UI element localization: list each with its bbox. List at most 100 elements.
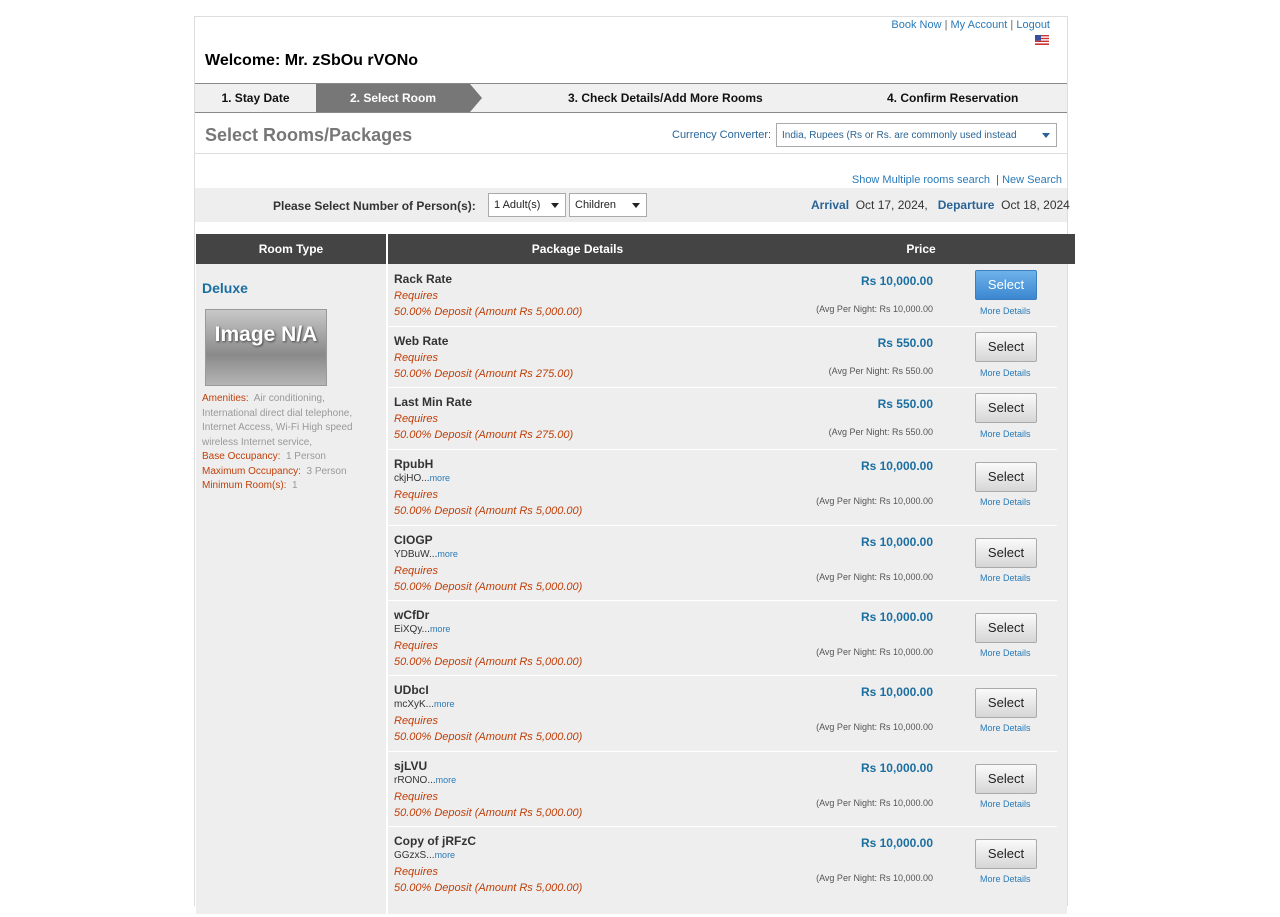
avg-per-night: (Avg Per Night: Rs 10,000.00 (816, 572, 933, 582)
deposit-amount: 50.00% Deposit (Amount Rs 5,000.00) (394, 807, 583, 819)
package-description: rRONO...more (394, 775, 456, 786)
select-button[interactable]: Select (975, 462, 1037, 492)
room-type-cell: Deluxe Image N/A Amenities: Air conditio… (196, 264, 386, 914)
avg-per-night: (Avg Per Night: Rs 10,000.00 (816, 304, 933, 314)
arrival-label: Arrival (811, 198, 850, 212)
select-button[interactable]: Select (975, 393, 1037, 423)
requires-label: Requires (394, 413, 439, 425)
avg-per-night: (Avg Per Night: Rs 10,000.00 (816, 873, 933, 883)
currency-converter-label: Currency Converter: (672, 129, 772, 141)
room-image-placeholder[interactable]: Image N/A (205, 309, 327, 386)
avg-per-night: (Avg Per Night: Rs 10,000.00 (816, 647, 933, 657)
header-price: Price (767, 234, 1075, 264)
requires-label: Requires (394, 352, 439, 364)
booking-steps: 1. Stay Date 2. Select Room 3. Check Det… (195, 83, 1067, 113)
package-description-text: GGzxS... (394, 850, 435, 861)
package-name: Web Rate (394, 334, 449, 348)
deposit-requirement: Requires 50.00% Deposit (Amount Rs 275.00… (394, 411, 573, 443)
more-link[interactable]: more (437, 549, 458, 559)
logout-link[interactable]: Logout (1016, 19, 1050, 31)
select-button[interactable]: Select (975, 538, 1037, 568)
departure-label: Departure (937, 198, 995, 212)
more-details-link[interactable]: More Details (980, 874, 1031, 884)
avg-per-night: (Avg Per Night: Rs 10,000.00 (816, 722, 933, 732)
persons-label: Please Select Number of Person(s): (273, 199, 476, 213)
requires-label: Requires (394, 640, 439, 652)
more-details-link[interactable]: More Details (980, 573, 1031, 583)
more-link[interactable]: more (435, 850, 456, 860)
new-search-link[interactable]: New Search (1002, 174, 1062, 186)
package-row: wCfDr EiXQy...more Requires 50.00% Deposit … (388, 600, 1057, 676)
more-details-link[interactable]: More Details (980, 799, 1031, 809)
stay-dates: Arrival Oct 17, 2024, Departure Oct 18, … (811, 198, 1070, 212)
package-description: GGzxS...more (394, 850, 455, 861)
select-button[interactable]: Select (975, 270, 1037, 300)
more-details-link[interactable]: More Details (980, 723, 1031, 733)
avg-per-night: (Avg Per Night: Rs 10,000.00 (816, 496, 933, 506)
select-button[interactable]: Select (975, 332, 1037, 362)
step-arrow-icon (470, 84, 482, 112)
select-button[interactable]: Select (975, 764, 1037, 794)
deposit-requirement: Requires 50.00% Deposit (Amount Rs 5,000.… (394, 563, 582, 595)
header-room-type: Room Type (196, 234, 386, 264)
package-description-text: YDBuW... (394, 549, 438, 560)
avg-per-night: (Avg Per Night: Rs 550.00 (828, 366, 933, 376)
room-name[interactable]: Deluxe (202, 280, 248, 296)
person-selection-bar: Please Select Number of Person(s): 1 Adu… (195, 188, 1070, 222)
package-description: YDBuW...more (394, 549, 458, 560)
more-details-link[interactable]: More Details (980, 497, 1031, 507)
more-link[interactable]: more (430, 473, 451, 483)
more-details-link[interactable]: More Details (980, 306, 1031, 316)
my-account-link[interactable]: My Account (951, 19, 1008, 31)
currency-select[interactable]: India, Rupees (Rs or Rs. are commonly us… (776, 123, 1057, 147)
package-price: Rs 550.00 (877, 336, 933, 350)
deposit-requirement: Requires 50.00% Deposit (Amount Rs 5,000.… (394, 713, 582, 745)
arrival-date: Oct 17, 2024, (855, 198, 928, 212)
package-description-text: mcXyK... (394, 699, 435, 710)
header-package-details: Package Details (388, 234, 767, 264)
package-row: Rack Rate Requires 50.00% Deposit (Amount … (388, 264, 1057, 327)
more-link[interactable]: more (434, 699, 455, 709)
package-row: CIOGP YDBuW...more Requires 50.00% Deposit … (388, 525, 1057, 601)
more-link[interactable]: more (436, 775, 457, 785)
multiple-rooms-search-link[interactable]: Show Multiple rooms search (852, 174, 990, 186)
adults-select[interactable]: 1 Adult(s) (488, 193, 566, 217)
deposit-amount: 50.00% Deposit (Amount Rs 5,000.00) (394, 656, 583, 668)
package-price: Rs 10,000.00 (860, 761, 933, 775)
requires-label: Requires (394, 290, 439, 302)
welcome-message: Welcome: Mr. zSbOu rVONo (205, 52, 419, 69)
deposit-requirement: Requires 50.00% Deposit (Amount Rs 5,000.… (394, 789, 582, 821)
chevron-down-icon (632, 203, 640, 208)
booking-panel: Book Now | My Account | Logout Welcome: … (194, 16, 1075, 917)
room-info: Amenities: Air conditioning, Internation… (202, 392, 374, 494)
more-link[interactable]: more (430, 624, 451, 634)
children-select[interactable]: Children (569, 193, 647, 217)
book-now-link[interactable]: Book Now (891, 19, 941, 31)
deposit-amount: 50.00% Deposit (Amount Rs 275.00) (394, 429, 574, 441)
select-button[interactable]: Select (975, 613, 1037, 643)
currency-selected-value: India, Rupees (Rs or Rs. are commonly us… (782, 130, 1017, 141)
deposit-amount: 50.00% Deposit (Amount Rs 5,000.00) (394, 306, 583, 318)
separator: | (944, 19, 948, 31)
base-occupancy-label: Base Occupancy: (202, 451, 281, 462)
select-button[interactable]: Select (975, 839, 1037, 869)
deposit-requirement: Requires 50.00% Deposit (Amount Rs 5,000.… (394, 487, 582, 519)
package-row: Copy of jRFzC GGzxS...more Requires 50.00% … (388, 826, 1057, 917)
us-flag-icon[interactable] (1035, 35, 1049, 45)
step-stay-date[interactable]: 1. Stay Date (195, 84, 316, 112)
package-name: CIOGP (394, 533, 433, 547)
more-details-link[interactable]: More Details (980, 368, 1031, 378)
package-description-text: rRONO... (394, 775, 436, 786)
package-name: Copy of jRFzC (394, 834, 476, 848)
package-price: Rs 10,000.00 (860, 459, 933, 473)
more-details-link[interactable]: More Details (980, 648, 1031, 658)
package-description-text: EiXQy... (394, 624, 430, 635)
deposit-requirement: Requires 50.00% Deposit (Amount Rs 5,000.… (394, 638, 582, 670)
more-details-link[interactable]: More Details (980, 429, 1031, 439)
package-price: Rs 10,000.00 (860, 535, 933, 549)
requires-label: Requires (394, 866, 439, 878)
package-description: mcXyK...more (394, 699, 455, 710)
select-button[interactable]: Select (975, 688, 1037, 718)
avg-per-night: (Avg Per Night: Rs 10,000.00 (816, 798, 933, 808)
package-name: RpubH (394, 457, 434, 471)
